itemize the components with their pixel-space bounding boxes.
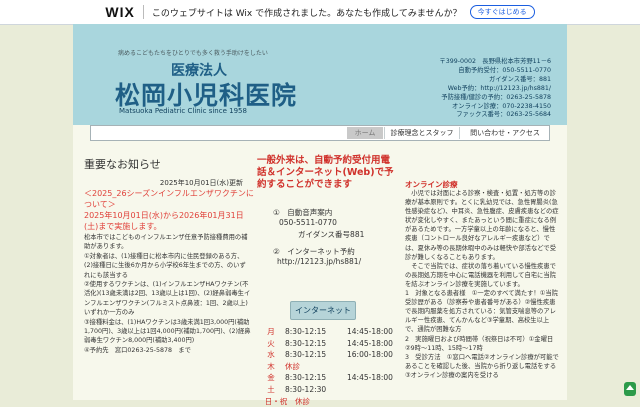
news-period: 2025年10月01日(水)から2026年01月31日(土)まで実施します。 (84, 211, 244, 231)
news-line: 松本市ではこどものインフルエンザ任意予防接種費用の補助があります。 (84, 234, 248, 251)
online-para: そこで当院では、症状の落ち着いている慢性疾患での長期処方期を中心に電話機器を利用… (405, 262, 556, 288)
internet-button[interactable]: インターネット (290, 301, 356, 320)
wix-start-button[interactable]: 今すぐはじめる (469, 5, 535, 19)
schedule-row: 金 8:30-12:15 14:45-18:00 (267, 373, 393, 383)
site-header: 病めるこどもたちをひとりでも多く救う手助けをしたい 医療法人 松岡小児科医院 M… (73, 24, 567, 125)
web-url[interactable]: http://12123.jp/hs881/ (277, 257, 361, 266)
schedule-row: 月 8:30-12:15 14:45-18:00 (267, 327, 393, 336)
info-vaccine-reserve: 予防接種/健診の予約：0263-25-5878 (441, 93, 551, 101)
news-line: ①対象者は、(1)接種日に松本市内に住民登録のある方、(2)接種日に生後6か月か… (84, 252, 246, 279)
news-title: 重要なお知らせ (84, 158, 161, 171)
info-web-reserve[interactable]: Web予約：http://12123.jp/hs881/ (439, 85, 551, 94)
schedule-row: 木休診 (267, 361, 300, 371)
arrow-up-icon (626, 385, 634, 390)
wix-logo[interactable]: WIX (105, 4, 134, 20)
online-para: 1 対象となる患者様 ①一定のすべて満たす！①当院受診歴がある（診察券や患者番号… (405, 290, 558, 334)
nav-blank (91, 126, 347, 140)
online-para: 小児では対面による診察・検査・処置・処方等の診療が基本原則です。とくに乳幼児では… (405, 190, 559, 261)
nav-about[interactable]: 診療理念とスタッフ (384, 127, 459, 139)
online-body: 小児では対面による診察・検査・処置・処方等の診療が基本原則です。とくに乳幼児では… (405, 189, 559, 380)
online-para: 3 受診方法 ①窓口へ電話②オンライン診療が可能であることを確認した後、当院から… (405, 353, 559, 379)
nav-home[interactable]: ホーム (347, 127, 383, 139)
phone-label: ① 自動音声案内 (273, 208, 333, 217)
news-date: 2025年10月01日(水)更新 (159, 179, 243, 187)
news-headline: ＜2025_26シーズンインフルエンザワクチンについて＞ (84, 189, 254, 209)
news-line: ④予約先 窓口0263-25-5878 まで (84, 346, 191, 354)
nav-bar: ホーム 診療理念とスタッフ 問い合わせ・アクセス (90, 125, 550, 141)
wix-banner-text: このウェブサイトは Wix で作成されました。あなたも作成してみませんか？ (151, 8, 462, 19)
guidance-number: ガイダンス番号881 (298, 230, 365, 239)
header-tagline: 病めるこどもたちをひとりでも多く救う手助けをしたい (118, 50, 268, 57)
news-line: ②使用するワクチンは、(1)インフルエンザHAワクチン(不活化)(13歳未満は2… (84, 281, 251, 317)
web-label: ② インターネット予約 (273, 247, 355, 256)
schedule-row: 火 8:30-12:15 14:45-18:00 (267, 338, 393, 348)
clinic-english-name: Matsuoka Pediatric Clinic since 1958 (119, 107, 247, 115)
banner-divider (142, 5, 144, 19)
contact-info: 〒399-0002 長野県松本市芳野11－6 自動予約受付：050-5511-0… (439, 58, 551, 120)
online-para: 2 実施曜日および時間帯（祝祭日は不可）①金曜日②9時～11時、15時～17時 (405, 335, 554, 352)
phone-number[interactable]: 050-5511-0770 (279, 218, 337, 227)
schedule-row: 土 8:30-12:30 (267, 384, 327, 394)
schedule-table: 月 8:30-12:15 14:45-18:00 火 8:30-12:15 14:45-… (261, 326, 407, 407)
info-auto-reserve: 自動予約受付：050-5511-0770 (458, 66, 551, 74)
news-line: ③接種料金は、(1)HAワクチンは3歳未満1回3,000円(補助1,700円)、… (84, 318, 251, 345)
news-body: 松本市ではこどものインフルエンザ任意予防接種費用の補助があります。 ①対象者は、… (84, 233, 252, 355)
info-guidance: ガイダンス番号：881 (488, 75, 551, 83)
reservation-headline: 一般外来は、自動予約受付用電話＆インターネット(Web)で予約することができます (257, 155, 394, 190)
wix-banner: WIX このウェブサイトは Wix で作成されました。あなたも作成してみませんか… (0, 0, 640, 25)
page-container: 病めるこどもたちをひとりでも多く救う手助けをしたい 医療法人 松岡小児科医院 M… (73, 24, 567, 406)
nav-access[interactable]: 問い合わせ・アクセス (459, 127, 550, 139)
schedule-row: 日・祝 休診 (264, 396, 310, 406)
info-fax: ファックス番号：0263-25-5684 (456, 111, 551, 119)
schedule-row: 水 8:30-12:15 16:00-18:00 (267, 350, 393, 360)
info-address: 〒399-0002 長野県松本市芳野11－6 (439, 58, 551, 65)
scroll-to-top-button[interactable] (624, 382, 636, 396)
